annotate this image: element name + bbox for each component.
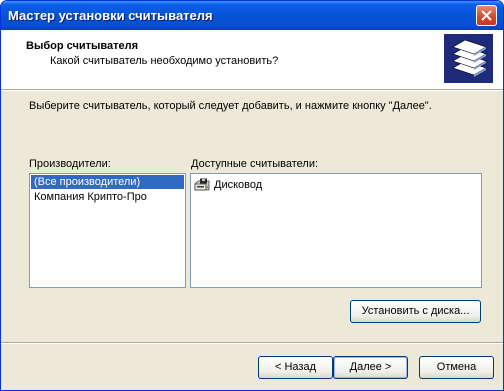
window-title: Мастер установки считывателя [8,8,213,23]
footer-separator [1,342,503,344]
page-title: Выбор считывателя [26,40,139,52]
install-from-disk-button[interactable]: Установить с диска... [350,300,481,323]
header-separator [1,89,503,91]
instruction-text: Выберите считыватель, который следует до… [29,100,432,112]
close-icon [481,10,492,21]
wizard-header: Выбор считывателя Какой считыватель необ… [1,30,503,89]
next-button[interactable]: Далее > [333,356,408,379]
page-subtitle: Какой считыватель необходимо установить? [50,55,279,67]
wizard-window: Мастер установки считывателя Выбор считы… [0,0,504,391]
close-button[interactable] [476,5,497,26]
smart-card-reader-stack-icon [444,34,493,83]
vendor-item-all[interactable]: (Все производители) [31,175,184,189]
title-bar[interactable]: Мастер установки считывателя [1,1,503,30]
readers-label: Доступные считыватели: [191,158,319,170]
reader-item-label: Дисковод [214,179,263,191]
readers-listbox[interactable]: Дисковод [190,173,482,288]
vendor-item-crypto-pro[interactable]: Компания Крипто-Про [31,190,184,204]
floppy-drive-icon [194,178,210,191]
cancel-button[interactable]: Отмена [419,356,494,379]
vendors-label: Производители: [29,158,111,170]
back-button[interactable]: < Назад [258,356,333,379]
vendors-listbox[interactable]: (Все производители) Компания Крипто-Про [29,173,186,288]
